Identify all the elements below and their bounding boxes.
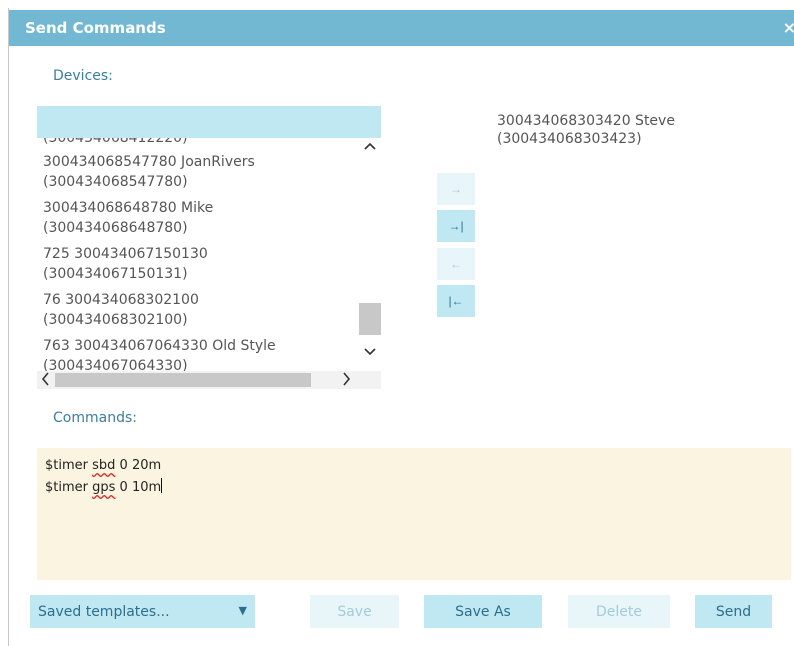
device-list-box: (300434068412220) 300434068547780 JoanRi…	[37, 106, 381, 389]
caret-down-icon: ▼	[238, 604, 247, 617]
device-id: (300434067150131)	[43, 266, 188, 282]
selected-device-id: (300434068303423)	[497, 131, 642, 147]
list-item[interactable]: 725 300434067150130 (300434067150131)	[43, 244, 353, 284]
device-id: (300434068648780)	[43, 220, 188, 236]
chevron-up-icon[interactable]	[364, 142, 376, 150]
device-id: (300434068302100)	[43, 312, 188, 328]
remove-selected-button[interactable]: ←	[437, 248, 475, 280]
device-name: 300434068547780 JoanRivers	[43, 154, 255, 170]
save-button[interactable]: Save	[310, 595, 399, 628]
chevron-left-icon[interactable]	[41, 372, 49, 386]
remove-all-button[interactable]: |←	[437, 285, 475, 317]
vertical-scroll-thumb[interactable]	[359, 303, 381, 335]
list-item[interactable]: 76 300434068302100 (300434068302100)	[43, 290, 353, 330]
device-name: 300434068648780 Mike	[43, 200, 214, 216]
selected-device-name: 300434068303420 Steve	[497, 113, 675, 129]
window-edge	[0, 8, 9, 646]
horizontal-scrollbar[interactable]	[37, 371, 381, 389]
templates-label: Saved templates...	[38, 603, 170, 620]
device-search-input[interactable]	[37, 106, 381, 138]
command-text: 0 20m	[115, 458, 162, 473]
device-name: 725 300434067150130	[43, 246, 208, 262]
dialog-title: Send Commands	[25, 19, 166, 37]
list-item[interactable]: 300434068648780 Mike (300434068648780)	[43, 198, 353, 238]
commands-label: Commands:	[53, 410, 137, 426]
chevron-right-icon[interactable]	[343, 372, 351, 386]
commands-textarea[interactable]: $timer sbd 0 20m $timer gps 0 10m	[37, 448, 791, 580]
title-bar[interactable]: Send Commands ×	[9, 10, 794, 46]
selected-device-item[interactable]: 300434068303420 Steve (300434068303423)	[497, 112, 777, 148]
spellcheck-word: gps	[92, 480, 116, 495]
horizontal-scroll-thumb[interactable]	[55, 373, 311, 387]
delete-button[interactable]: Delete	[568, 595, 670, 628]
command-text: $timer	[45, 458, 93, 473]
text-caret	[161, 478, 163, 493]
device-name: 76 300434068302100	[43, 292, 199, 308]
send-commands-dialog: Send Commands × Devices: (30043406841222…	[0, 0, 794, 646]
save-as-button[interactable]: Save As	[424, 595, 542, 628]
device-name: 763 300434067064330 Old Style	[43, 338, 276, 354]
devices-label: Devices:	[53, 68, 113, 84]
command-text: 0 10m	[115, 480, 162, 495]
add-selected-button[interactable]: →	[437, 173, 475, 205]
command-line: $timer gps 0 10m	[45, 478, 163, 495]
chevron-down-icon[interactable]	[364, 348, 376, 356]
list-item[interactable]: (300434068412220)	[43, 138, 188, 146]
add-all-button[interactable]: →|	[437, 210, 475, 242]
device-list[interactable]: (300434068412220) 300434068547780 JoanRi…	[37, 138, 359, 371]
command-text: $timer	[45, 480, 93, 495]
list-item[interactable]: 763 300434067064330 Old Style (300434067…	[43, 336, 353, 371]
vertical-scrollbar[interactable]	[359, 138, 381, 371]
list-item[interactable]: 300434068547780 JoanRivers (300434068547…	[43, 152, 353, 192]
command-line: $timer sbd 0 20m	[45, 458, 161, 473]
close-icon[interactable]: ×	[783, 18, 794, 37]
device-id: (300434068547780)	[43, 174, 188, 190]
device-id: (300434067064330)	[43, 358, 188, 371]
send-button[interactable]: Send	[695, 595, 772, 628]
saved-templates-dropdown[interactable]: Saved templates... ▼	[30, 595, 255, 628]
spellcheck-word: sbd	[92, 458, 116, 473]
